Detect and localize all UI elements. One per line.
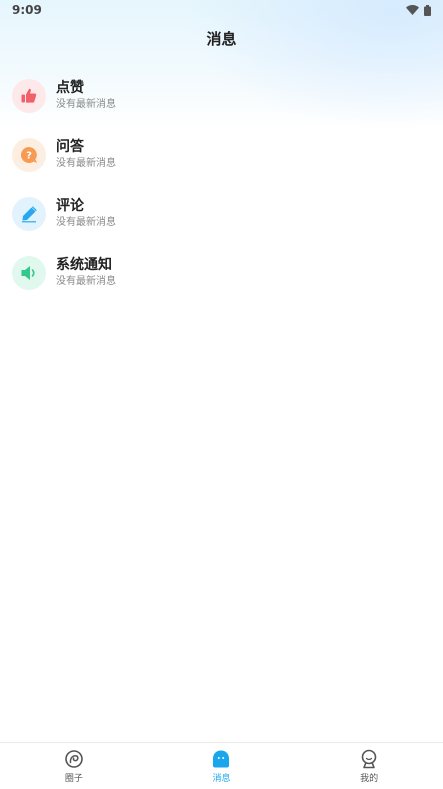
- tab-label: 消息: [212, 773, 231, 784]
- profile-icon: [361, 749, 377, 768]
- message-list: 点赞 没有最新消息 ? 问答 没有最新消息 评论 没有最新消息 系统通知 没有最…: [0, 66, 443, 302]
- svg-text:?: ?: [26, 150, 32, 161]
- thumbs-up-icon: [21, 88, 37, 103]
- status-icons: [406, 4, 431, 16]
- circle-icon: [65, 749, 83, 768]
- tab-label: 我的: [360, 773, 379, 784]
- tab-messages[interactable]: 消息: [171, 749, 271, 784]
- page-title: 消息: [206, 30, 237, 48]
- bottom-tab-bar: 圈子 消息 我的: [0, 742, 443, 789]
- message-item-comments[interactable]: 评论 没有最新消息: [0, 184, 443, 243]
- message-title: 评论: [56, 198, 84, 214]
- question-icon: ?: [20, 146, 37, 163]
- status-time: 9:09: [12, 3, 42, 17]
- chat-ghost-icon: [213, 750, 230, 767]
- tab-label: 圈子: [64, 773, 83, 784]
- status-bar: 9:09: [0, 0, 443, 20]
- comments-icon-badge: [12, 196, 46, 231]
- qa-icon-badge: ?: [12, 137, 46, 172]
- message-subtitle: 没有最新消息: [56, 99, 116, 110]
- likes-icon-badge: [12, 78, 46, 113]
- message-subtitle: 没有最新消息: [56, 276, 116, 287]
- system-icon-badge: [12, 255, 46, 290]
- message-title: 点赞: [56, 80, 84, 96]
- message-text-system: 系统通知 没有最新消息: [56, 256, 116, 289]
- message-subtitle: 没有最新消息: [56, 217, 116, 228]
- message-title: 问答: [56, 139, 84, 155]
- tab-profile[interactable]: 我的: [319, 749, 419, 784]
- battery-icon: [424, 4, 431, 16]
- message-text-qa: 问答 没有最新消息: [56, 138, 116, 171]
- message-title: 系统通知: [56, 257, 112, 273]
- speaker-icon: [21, 265, 35, 280]
- pencil-icon: [22, 205, 37, 222]
- wifi-icon: [406, 5, 419, 15]
- message-subtitle: 没有最新消息: [56, 158, 116, 169]
- tab-circle[interactable]: 圈子: [24, 749, 124, 784]
- message-item-likes[interactable]: 点赞 没有最新消息: [0, 66, 443, 125]
- message-text-comments: 评论 没有最新消息: [56, 197, 116, 230]
- message-item-qa[interactable]: ? 问答 没有最新消息: [0, 125, 443, 184]
- message-text-likes: 点赞 没有最新消息: [56, 79, 116, 112]
- message-item-system[interactable]: 系统通知 没有最新消息: [0, 243, 443, 302]
